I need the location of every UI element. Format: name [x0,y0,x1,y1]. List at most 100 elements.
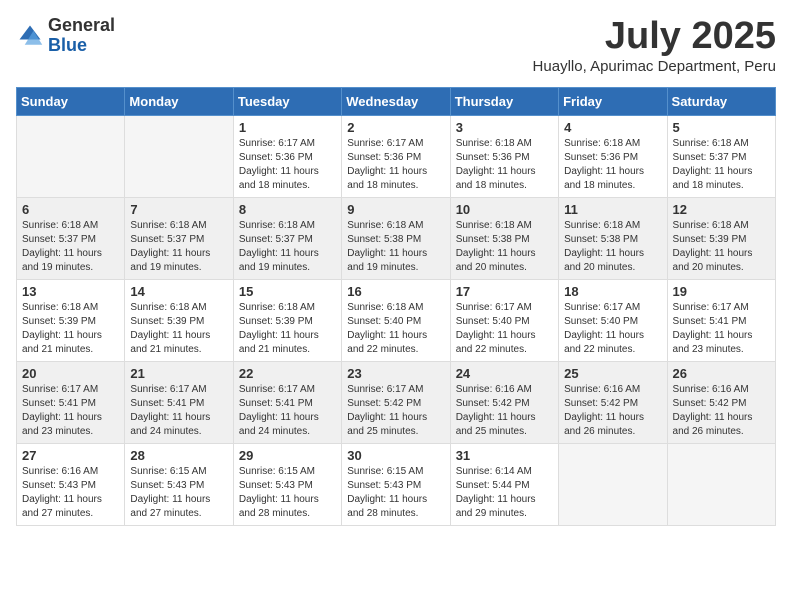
logo-general-text: General [48,16,115,36]
calendar-week-row: 1Sunrise: 6:17 AMSunset: 5:36 PMDaylight… [17,115,776,197]
day-number: 9 [347,202,444,217]
calendar-cell: 21 Sunrise: 6:17 AMSunset: 5:41 PMDayligh… [125,361,233,443]
day-number: 14 [130,284,227,299]
calendar-cell: 26 Sunrise: 6:16 AMSunset: 5:42 PMDayligh… [667,361,775,443]
calendar-cell: 29 Sunrise: 6:15 AMSunset: 5:43 PMDayligh… [233,443,341,525]
day-number: 31 [456,448,553,463]
day-number: 21 [130,366,227,381]
day-info: Sunrise: 6:17 AMSunset: 5:41 PMDaylight:… [239,383,336,439]
day-info: Sunrise: 6:17 AMSunset: 5:41 PMDaylight:… [673,301,770,357]
calendar-cell: 31 Sunrise: 6:14 AMSunset: 5:44 PMDayligh… [450,443,558,525]
calendar-cell: 23Sunrise: 6:17 AMSunset: 5:42 PMDayligh… [342,361,450,443]
calendar-week-row: 27Sunrise: 6:16 AMSunset: 5:43 PMDayligh… [17,443,776,525]
day-number: 10 [456,202,553,217]
calendar-cell: 27Sunrise: 6:16 AMSunset: 5:43 PMDayligh… [17,443,125,525]
weekday-header: Tuesday [233,87,341,115]
day-number: 12 [673,202,770,217]
day-info: Sunrise: 6:17 AMSunset: 5:36 PMDaylight:… [239,137,336,193]
day-number: 4 [564,120,661,135]
day-number: 13 [22,284,119,299]
calendar-week-row: 6Sunrise: 6:18 AMSunset: 5:37 PMDaylight… [17,197,776,279]
calendar-week-row: 20 Sunrise: 6:17 AMSunset: 5:41 PMDayligh… [17,361,776,443]
calendar-cell: 22 Sunrise: 6:17 AMSunset: 5:41 PMDayligh… [233,361,341,443]
day-number: 19 [673,284,770,299]
day-info: Sunrise: 6:18 AMSunset: 5:37 PMDaylight:… [130,219,227,275]
day-info: Sunrise: 6:18 AMSunset: 5:40 PMDaylight:… [347,301,444,357]
day-number: 11 [564,202,661,217]
calendar-cell: 10 Sunrise: 6:18 AMSunset: 5:38 PMDayligh… [450,197,558,279]
day-number: 16 [347,284,444,299]
day-number: 28 [130,448,227,463]
calendar-cell: 11 Sunrise: 6:18 AMSunset: 5:38 PMDayligh… [559,197,667,279]
weekday-header: Friday [559,87,667,115]
calendar-cell: 1Sunrise: 6:17 AMSunset: 5:36 PMDaylight… [233,115,341,197]
day-info: Sunrise: 6:18 AMSunset: 5:39 PMDaylight:… [673,219,770,275]
calendar-header-row: SundayMondayTuesdayWednesdayThursdayFrid… [17,87,776,115]
day-info: Sunrise: 6:18 AMSunset: 5:39 PMDaylight:… [22,301,119,357]
calendar-cell: 3Sunrise: 6:18 AMSunset: 5:36 PMDaylight… [450,115,558,197]
day-number: 29 [239,448,336,463]
day-info: Sunrise: 6:15 AMSunset: 5:43 PMDaylight:… [347,465,444,521]
day-number: 26 [673,366,770,381]
day-number: 15 [239,284,336,299]
day-info: Sunrise: 6:18 AMSunset: 5:37 PMDaylight:… [22,219,119,275]
logo: General Blue [16,16,115,56]
calendar-cell: 4 Sunrise: 6:18 AMSunset: 5:36 PMDaylight… [559,115,667,197]
calendar-cell [17,115,125,197]
page-header: General Blue July 2025 Huayllo, Apurimac… [16,16,776,75]
calendar-table: SundayMondayTuesdayWednesdayThursdayFrid… [16,87,776,526]
day-info: Sunrise: 6:17 AMSunset: 5:41 PMDaylight:… [22,383,119,439]
calendar-cell: 17Sunrise: 6:17 AMSunset: 5:40 PMDayligh… [450,279,558,361]
day-number: 7 [130,202,227,217]
day-info: Sunrise: 6:18 AMSunset: 5:39 PMDaylight:… [130,301,227,357]
day-info: Sunrise: 6:16 AMSunset: 5:42 PMDaylight:… [673,383,770,439]
weekday-header: Wednesday [342,87,450,115]
day-number: 20 [22,366,119,381]
calendar-cell: 7 Sunrise: 6:18 AMSunset: 5:37 PMDaylight… [125,197,233,279]
calendar-cell: 6Sunrise: 6:18 AMSunset: 5:37 PMDaylight… [17,197,125,279]
calendar-cell: 13 Sunrise: 6:18 AMSunset: 5:39 PMDayligh… [17,279,125,361]
calendar-cell: 15 Sunrise: 6:18 AMSunset: 5:39 PMDayligh… [233,279,341,361]
day-info: Sunrise: 6:17 AMSunset: 5:40 PMDaylight:… [564,301,661,357]
day-number: 3 [456,120,553,135]
day-info: Sunrise: 6:17 AMSunset: 5:40 PMDaylight:… [456,301,553,357]
day-number: 22 [239,366,336,381]
day-number: 5 [673,120,770,135]
calendar-cell: 18 Sunrise: 6:17 AMSunset: 5:40 PMDayligh… [559,279,667,361]
weekday-header: Monday [125,87,233,115]
month-title: July 2025 [533,16,776,58]
day-number: 23 [347,366,444,381]
day-info: Sunrise: 6:18 AMSunset: 5:38 PMDaylight:… [347,219,444,275]
title-block: July 2025 Huayllo, Apurimac Department, … [533,16,776,75]
day-info: Sunrise: 6:17 AMSunset: 5:41 PMDaylight:… [130,383,227,439]
calendar-cell [559,443,667,525]
day-number: 24 [456,366,553,381]
day-info: Sunrise: 6:18 AMSunset: 5:38 PMDaylight:… [564,219,661,275]
logo-icon [16,22,44,50]
day-info: Sunrise: 6:18 AMSunset: 5:38 PMDaylight:… [456,219,553,275]
weekday-header: Saturday [667,87,775,115]
calendar-cell [125,115,233,197]
weekday-header: Sunday [17,87,125,115]
day-number: 8 [239,202,336,217]
calendar-week-row: 13 Sunrise: 6:18 AMSunset: 5:39 PMDayligh… [17,279,776,361]
day-number: 2 [347,120,444,135]
day-info: Sunrise: 6:16 AMSunset: 5:43 PMDaylight:… [22,465,119,521]
day-info: Sunrise: 6:16 AMSunset: 5:42 PMDaylight:… [564,383,661,439]
day-number: 18 [564,284,661,299]
day-info: Sunrise: 6:15 AMSunset: 5:43 PMDaylight:… [239,465,336,521]
day-info: Sunrise: 6:18 AMSunset: 5:37 PMDaylight:… [673,137,770,193]
calendar-cell: 19 Sunrise: 6:17 AMSunset: 5:41 PMDayligh… [667,279,775,361]
day-info: Sunrise: 6:16 AMSunset: 5:42 PMDaylight:… [456,383,553,439]
calendar-cell: 14 Sunrise: 6:18 AMSunset: 5:39 PMDayligh… [125,279,233,361]
calendar-cell: 9 Sunrise: 6:18 AMSunset: 5:38 PMDaylight… [342,197,450,279]
calendar-cell: 24 Sunrise: 6:16 AMSunset: 5:42 PMDayligh… [450,361,558,443]
calendar-cell: 8Sunrise: 6:18 AMSunset: 5:37 PMDaylight… [233,197,341,279]
calendar-cell: 20 Sunrise: 6:17 AMSunset: 5:41 PMDayligh… [17,361,125,443]
day-info: Sunrise: 6:14 AMSunset: 5:44 PMDaylight:… [456,465,553,521]
calendar-cell: 12 Sunrise: 6:18 AMSunset: 5:39 PMDayligh… [667,197,775,279]
day-number: 30 [347,448,444,463]
day-info: Sunrise: 6:18 AMSunset: 5:36 PMDaylight:… [564,137,661,193]
location-title: Huayllo, Apurimac Department, Peru [533,58,776,75]
day-info: Sunrise: 6:18 AMSunset: 5:39 PMDaylight:… [239,301,336,357]
